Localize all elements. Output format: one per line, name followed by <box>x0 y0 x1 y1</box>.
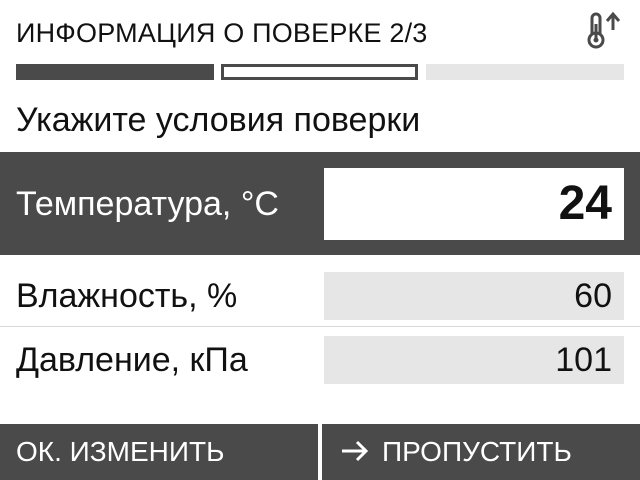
skip-button[interactable]: ПРОПУСТИТЬ <box>322 424 640 480</box>
humidity-field[interactable]: 60 <box>324 272 624 320</box>
temperature-field[interactable]: 24 <box>324 168 624 240</box>
row-divider <box>0 326 640 327</box>
temperature-row[interactable]: Температура, °C 24 <box>0 152 640 255</box>
page-title: ИНФОРМАЦИЯ О ПОВЕРКЕ 2/3 <box>16 18 428 48</box>
instruction-text: Укажите условия поверки <box>16 101 421 139</box>
pressure-label: Давление, кПа <box>16 341 248 379</box>
ok-edit-button[interactable]: ОК. ИЗМЕНИТЬ <box>0 424 318 480</box>
pressure-field[interactable]: 101 <box>324 336 624 384</box>
step-3-indicator <box>426 64 624 80</box>
step-progress-indicator <box>16 64 624 80</box>
softkey-bar: ОК. ИЗМЕНИТЬ ПРОПУСТИТЬ <box>0 424 640 480</box>
humidity-row[interactable]: Влажность, % 60 <box>0 264 640 328</box>
step-2-indicator <box>221 64 418 80</box>
step-1-indicator <box>16 64 214 80</box>
arrow-right-icon <box>342 440 369 462</box>
pressure-row[interactable]: Давление, кПа 101 <box>0 328 640 392</box>
ok-edit-label: ОК. ИЗМЕНИТЬ <box>16 436 225 467</box>
humidity-label: Влажность, % <box>16 277 238 315</box>
thermometer-up-icon[interactable] <box>582 10 624 52</box>
temperature-label: Температура, °C <box>16 185 279 223</box>
skip-label: ПРОПУСТИТЬ <box>382 436 572 467</box>
